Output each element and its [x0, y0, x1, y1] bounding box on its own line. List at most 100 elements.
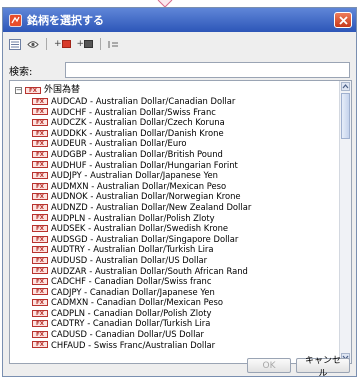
symbol-separator: - — [84, 318, 93, 329]
symbol-row[interactable]: FX CADUSD - Canadian Dollar/US Dollar — [10, 329, 339, 340]
fx-badge: FX — [32, 118, 48, 126]
symbol-row[interactable]: FX CADJPY - Canadian Dollar/Japanese Yen — [10, 287, 339, 298]
symbol-code: AUDCAD — [51, 96, 88, 106]
symbol-row[interactable]: FX AUDJPY - Australian Dollar/Japanese Ye… — [10, 170, 339, 181]
symbol-row[interactable]: FX AUDSEK - Australian Dollar/Swedish Kro… — [10, 223, 339, 234]
fx-badge: FX — [32, 330, 48, 338]
symbol-row[interactable]: FX AUDSGD - Australian Dollar/Singapore D… — [10, 234, 339, 245]
symbol-description: Swiss Franc/Australian Dollar — [93, 339, 216, 350]
symbol-row[interactable]: FX AUDZAR - Australian Dollar/South Afric… — [10, 266, 339, 277]
add-one-icon — [61, 40, 71, 48]
fx-badge: FX — [32, 235, 48, 243]
symbol-code: AUDGBP — [51, 148, 87, 159]
symbol-row[interactable]: FX AUDNOK - Australian Dollar/Norwegian K… — [10, 191, 339, 202]
symbol-row[interactable]: FX CADCHF - Canadian Dollar/Swiss franc — [10, 276, 339, 287]
symbol-description: Australian Dollar/Mexican Peso — [96, 180, 227, 191]
symbol-row[interactable]: FX AUDMXN - Australian Dollar/Mexican Pes… — [10, 181, 339, 192]
symbol-code: CADMXN — [51, 297, 89, 308]
symbol-code: AUDSGD — [51, 233, 88, 244]
symbol-code: AUDNOK — [51, 191, 88, 202]
symbol-code: AUDUSD — [51, 254, 88, 265]
add-symbol-button[interactable]: + — [52, 36, 73, 52]
symbol-separator: - — [86, 276, 95, 287]
symbol-separator: - — [86, 127, 96, 138]
symbol-row[interactable]: FX AUDTRY - Australian Dollar/Turkish Lir… — [10, 244, 339, 255]
tree-root-label: 外国為替 — [44, 85, 81, 95]
fx-badge: FX — [32, 299, 48, 307]
scroll-up-button[interactable] — [341, 82, 350, 91]
cancel-button[interactable]: キャンセル — [296, 356, 350, 379]
toolbar-separator — [100, 38, 102, 50]
add-folder-button[interactable]: + — [75, 36, 96, 52]
symbol-description: Australian Dollar/Turkish Lira — [93, 244, 214, 255]
vertical-scrollbar[interactable] — [339, 81, 351, 363]
symbol-code: AUDSEK — [51, 223, 86, 234]
fx-badge: FX — [25, 86, 41, 94]
view-button[interactable] — [25, 36, 41, 52]
symbol-description: Canadian Dollar/Japanese Yen — [89, 286, 215, 297]
symbol-description: Australian Dollar/Singapore Dollar — [95, 233, 239, 244]
add-folder-icon — [84, 40, 94, 48]
toolbar-separator — [46, 38, 47, 50]
symbol-description: Australian Dollar/US Dollar — [95, 254, 208, 265]
symbol-row[interactable]: FX AUDGBP - Australian Dollar/British Pou… — [10, 149, 339, 160]
fx-badge: FX — [32, 171, 48, 179]
symbol-separator: - — [84, 244, 94, 255]
fx-badge: FX — [32, 193, 48, 201]
symbol-description: Australian Dollar/Polish Zloty — [93, 212, 215, 223]
symbol-row[interactable]: FX CADMXN - Canadian Dollar/Mexican Peso — [10, 297, 339, 308]
list-view-button[interactable] — [7, 36, 23, 52]
symbol-row[interactable]: FX CADTRY - Canadian Dollar/Turkish Lira — [10, 318, 339, 329]
symbol-row[interactable]: FX AUDPLN - Australian Dollar/Polish Zlot… — [10, 213, 339, 224]
close-button[interactable] — [334, 12, 352, 28]
scroll-thumb[interactable] — [341, 93, 350, 139]
symbol-description: Australian Dollar/Danish Krone — [95, 127, 224, 138]
symbol-code: AUDHUF — [51, 159, 87, 170]
symbol-row[interactable]: FX AUDCAD - Australian Dollar/Canadian Do… — [10, 96, 339, 107]
symbol-select-dialog: 銘柄を選択する + + 検索: − FX 外国為替 FX AUDCAD - Au… — [2, 7, 357, 379]
symbol-description: Australian Dollar/Czech Koruna — [94, 117, 225, 128]
symbol-code: AUDCHF — [51, 106, 87, 117]
symbol-code: AUDTRY — [51, 244, 85, 255]
symbol-separator: - — [88, 180, 97, 191]
fx-badge: FX — [32, 256, 48, 264]
dialog-footer: OK キャンセル — [3, 356, 356, 379]
symbol-row[interactable]: FX AUDDKK - Australian Dollar/Danish Kron… — [10, 128, 339, 139]
symbol-row[interactable]: FX AUDNZD - Australian Dollar/New Zealand… — [10, 202, 339, 213]
fx-badge: FX — [32, 267, 48, 275]
symbol-row[interactable]: FX AUDEUR - Australian Dollar/Euro — [10, 138, 339, 149]
fx-badge: FX — [32, 129, 48, 137]
symbol-description: Australian Dollar/South African Rand — [94, 265, 248, 276]
symbol-description: Australian Dollar/New Zealand Dollar — [96, 201, 252, 212]
symbol-description: Canadian Dollar/Mexican Peso — [96, 297, 224, 308]
symbol-list: FX AUDCAD - Australian Dollar/Canadian Do… — [10, 96, 339, 350]
symbol-separator: - — [81, 170, 91, 181]
symbol-description: Canadian Dollar/Polish Zloty — [93, 307, 212, 318]
symbol-code: AUDPLN — [51, 212, 86, 223]
collapse-toggle[interactable]: − — [15, 86, 22, 94]
symbol-code: AUDJPY — [51, 170, 82, 181]
symbol-separator: - — [87, 96, 96, 106]
fx-badge: FX — [32, 182, 48, 190]
symbol-row[interactable]: FX AUDUSD - Australian Dollar/US Dollar — [10, 255, 339, 266]
fx-badge: FX — [32, 277, 48, 285]
symbol-row[interactable]: FX AUDCZK - Australian Dollar/Czech Korun… — [10, 117, 339, 128]
ok-button[interactable]: OK — [247, 358, 291, 373]
fx-badge: FX — [32, 320, 48, 328]
symbol-row[interactable]: FX CHFAUD - Swiss Franc/Australian Dollar — [10, 340, 339, 351]
chevron-up-icon — [342, 84, 349, 89]
app-icon — [9, 13, 22, 27]
search-input[interactable] — [65, 62, 350, 78]
symbol-description: Australian Dollar/Euro — [94, 138, 187, 149]
fx-badge: FX — [32, 161, 48, 169]
fx-badge: FX — [32, 288, 48, 296]
symbol-code: AUDZAR — [51, 265, 87, 276]
reorder-button[interactable] — [106, 36, 121, 52]
symbol-row[interactable]: FX AUDCHF - Australian Dollar/Swiss Franc — [10, 107, 339, 118]
symbol-row[interactable]: FX AUDHUF - Australian Dollar/Hungarian F… — [10, 160, 339, 171]
fx-badge: FX — [32, 203, 48, 211]
toolbar: + + — [3, 34, 356, 54]
tree-root-forex[interactable]: − FX 外国為替 — [10, 84, 339, 96]
symbol-row[interactable]: FX CADPLN - Canadian Dollar/Polish Zloty — [10, 308, 339, 319]
list-view-icon — [9, 38, 21, 50]
